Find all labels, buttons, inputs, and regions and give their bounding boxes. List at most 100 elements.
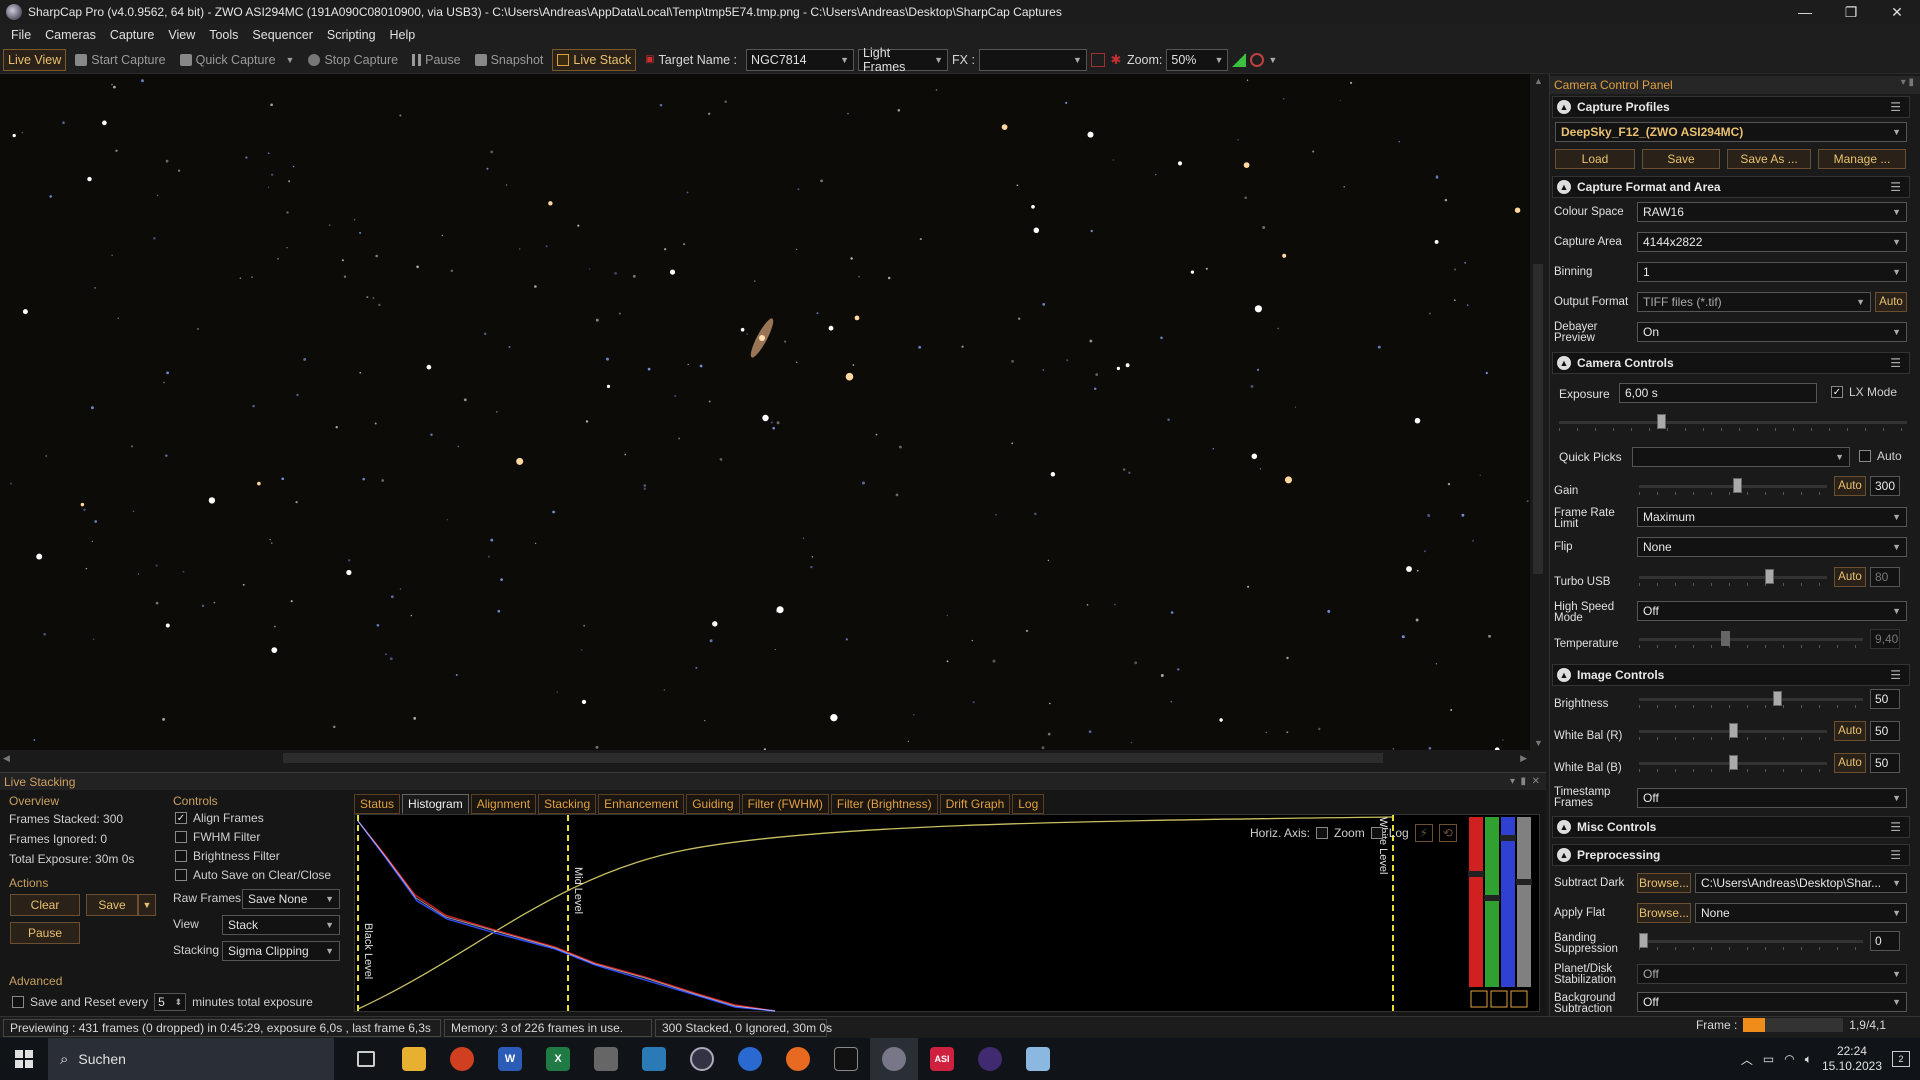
gain-auto-button[interactable]: Auto — [1834, 476, 1866, 496]
stepper-icon[interactable]: ⬍ — [175, 997, 183, 1008]
menu-capture[interactable]: Capture — [103, 28, 161, 42]
histogram-chart[interactable]: Black Level Mid Level White Level — [355, 815, 1541, 1013]
menu-help[interactable]: Help — [383, 28, 423, 42]
brightness-value[interactable]: 50 — [1870, 689, 1900, 709]
brightness-slider[interactable] — [1639, 689, 1863, 709]
minimize-button[interactable]: — — [1782, 0, 1828, 24]
tab-filter-fwhm[interactable]: Filter (FWHM) — [741, 794, 829, 814]
background-subtraction-combo[interactable]: Off ▼ — [1637, 992, 1907, 1012]
timestamp-combo[interactable]: Off ▼ — [1637, 788, 1907, 808]
blue-level-bar[interactable] — [1501, 817, 1515, 987]
gain-value[interactable]: 300 — [1870, 476, 1900, 496]
live-stack-button[interactable]: Live Stack — [552, 48, 637, 71]
browse-flat-button[interactable]: Browse... — [1637, 903, 1691, 923]
stellarium-icon[interactable] — [966, 1038, 1014, 1080]
capture-format-header[interactable]: ▲ Capture Format and Area ☰ — [1552, 176, 1910, 198]
hamburger-icon[interactable]: ☰ — [1890, 668, 1901, 682]
tab-status[interactable]: Status — [354, 794, 401, 814]
exposure-input[interactable]: 6,00 s — [1619, 383, 1817, 403]
image-viewer[interactable] — [0, 74, 1530, 750]
tab-alignment[interactable]: Alignment — [470, 794, 537, 814]
menu-view[interactable]: View — [161, 28, 202, 42]
asi-studio-icon[interactable]: ASI — [918, 1038, 966, 1080]
volume-icon[interactable]: 🔈︎ — [1805, 1052, 1812, 1067]
histogram-icon[interactable] — [1232, 52, 1247, 67]
output-format-auto-button[interactable]: Auto — [1875, 292, 1907, 312]
tab-stacking[interactable]: Stacking — [538, 794, 597, 814]
menu-file[interactable]: File — [4, 28, 38, 42]
histogram-panel[interactable]: Black Level Mid Level White Level — [354, 814, 1541, 1013]
blue-level-handle[interactable] — [1500, 835, 1516, 841]
app-icon-circle[interactable] — [678, 1038, 726, 1080]
luma-level-bar[interactable] — [1517, 817, 1531, 987]
hamburger-icon[interactable]: ☰ — [1890, 848, 1901, 862]
manage-profiles-button[interactable]: Manage ... — [1818, 149, 1906, 169]
white-bal-b-slider[interactable] — [1639, 753, 1827, 773]
notification-icon[interactable]: 2 — [1892, 1051, 1910, 1067]
zoom-combo[interactable]: 50% ▼ — [1166, 48, 1229, 71]
red-level-bar[interactable] — [1469, 817, 1483, 987]
tab-histogram[interactable]: Histogram — [402, 794, 469, 814]
tab-log[interactable]: Log — [1012, 794, 1045, 814]
hamburger-icon[interactable]: ☰ — [1890, 356, 1901, 370]
white-bal-b-value[interactable]: 50 — [1870, 753, 1900, 773]
refresh-icon[interactable]: ⟲ — [1438, 824, 1457, 842]
capture-profiles-header[interactable]: ▲ Capture Profiles ☰ — [1552, 96, 1910, 118]
chevron-down-icon[interactable]: ▼ — [1268, 55, 1277, 65]
green-level-handle[interactable] — [1484, 895, 1500, 901]
wifi-icon[interactable]: ◠ — [1784, 1052, 1794, 1066]
flat-frame-combo[interactable]: None ▼ — [1695, 903, 1907, 923]
menu-cameras[interactable]: Cameras — [38, 28, 103, 42]
scroll-up-icon[interactable]: ▲ — [1534, 76, 1543, 86]
view-combo[interactable]: Stack ▼ — [222, 915, 340, 935]
panel-buttons[interactable]: ▾ ▮ ✕ — [1510, 776, 1540, 787]
lx-mode-checkbox[interactable]: ✓ — [1831, 386, 1843, 398]
scroll-left-icon[interactable]: ◀ — [3, 753, 10, 764]
target-name-combo[interactable]: NGC7814 ▼ — [746, 48, 855, 71]
excel-icon[interactable]: X — [534, 1038, 582, 1080]
taskbar-search[interactable]: ⌕ Suchen — [48, 1038, 334, 1080]
image-controls-header[interactable]: ▲ Image Controls ☰ — [1552, 664, 1910, 686]
minutes-stepper[interactable]: 5 ⬍ — [154, 993, 187, 1011]
white-bal-r-value[interactable]: 50 — [1870, 721, 1900, 741]
turbo-usb-slider[interactable] — [1639, 567, 1827, 587]
lightning-icon[interactable]: ⚡ — [1414, 824, 1433, 842]
raw-frames-combo[interactable]: Save None ▼ — [242, 889, 340, 909]
red-level-handle[interactable] — [1468, 871, 1484, 877]
calculator-icon[interactable] — [582, 1038, 630, 1080]
windows-start-button[interactable] — [0, 1038, 48, 1080]
white-bal-r-slider[interactable] — [1639, 721, 1827, 741]
hamburger-icon[interactable]: ☰ — [1890, 180, 1901, 194]
app-icon-dark[interactable] — [822, 1038, 870, 1080]
log-checkbox[interactable] — [1370, 827, 1383, 839]
save-as-profile-button[interactable]: Save As ... — [1727, 149, 1811, 169]
capture-area-combo[interactable]: 4144x2822 ▼ — [1637, 232, 1907, 252]
output-format-combo[interactable]: TIFF files (*.tif) ▼ — [1637, 292, 1871, 312]
load-profile-button[interactable]: Load — [1555, 149, 1635, 169]
reset-icon[interactable] — [1510, 990, 1528, 1008]
region-select-icon[interactable] — [1090, 52, 1105, 67]
app-icon-red-swirl[interactable] — [438, 1038, 486, 1080]
auto-stretch-icon[interactable] — [1470, 990, 1488, 1008]
frame-type-combo[interactable]: Light Frames ▼ — [858, 46, 949, 74]
tab-drift-graph[interactable]: Drift Graph — [939, 794, 1011, 814]
banding-value[interactable]: 0 — [1870, 931, 1900, 951]
debayer-preview-combo[interactable]: On ▼ — [1637, 322, 1907, 342]
tab-guiding[interactable]: Guiding — [686, 794, 740, 814]
crosshair-icon[interactable]: ✱ — [1109, 52, 1123, 67]
luma-level-handle[interactable] — [1516, 879, 1532, 885]
menu-tools[interactable]: Tools — [202, 28, 245, 42]
horizontal-scrollbar[interactable]: ◀ ▶ — [0, 750, 1530, 766]
star-icon[interactable] — [1490, 990, 1508, 1008]
menu-scripting[interactable]: Scripting — [320, 28, 383, 42]
align-frames-checkbox[interactable]: ✓ — [175, 812, 187, 824]
menu-sequencer[interactable]: Sequencer — [245, 28, 319, 42]
taskbar-clock[interactable]: 22:24 15.10.2023 — [1822, 1044, 1882, 1074]
snapshot-button[interactable]: Snapshot — [470, 49, 549, 71]
maximize-button[interactable]: ❐ — [1828, 0, 1874, 24]
save-button[interactable]: Save — [86, 894, 138, 916]
dark-frame-combo[interactable]: C:\Users\Andreas\Desktop\Shar... ▼ — [1695, 873, 1907, 893]
firefox-icon[interactable] — [774, 1038, 822, 1080]
quick-picks-combo[interactable]: ▼ — [1632, 447, 1850, 467]
colour-space-combo[interactable]: RAW16 ▼ — [1637, 202, 1907, 222]
